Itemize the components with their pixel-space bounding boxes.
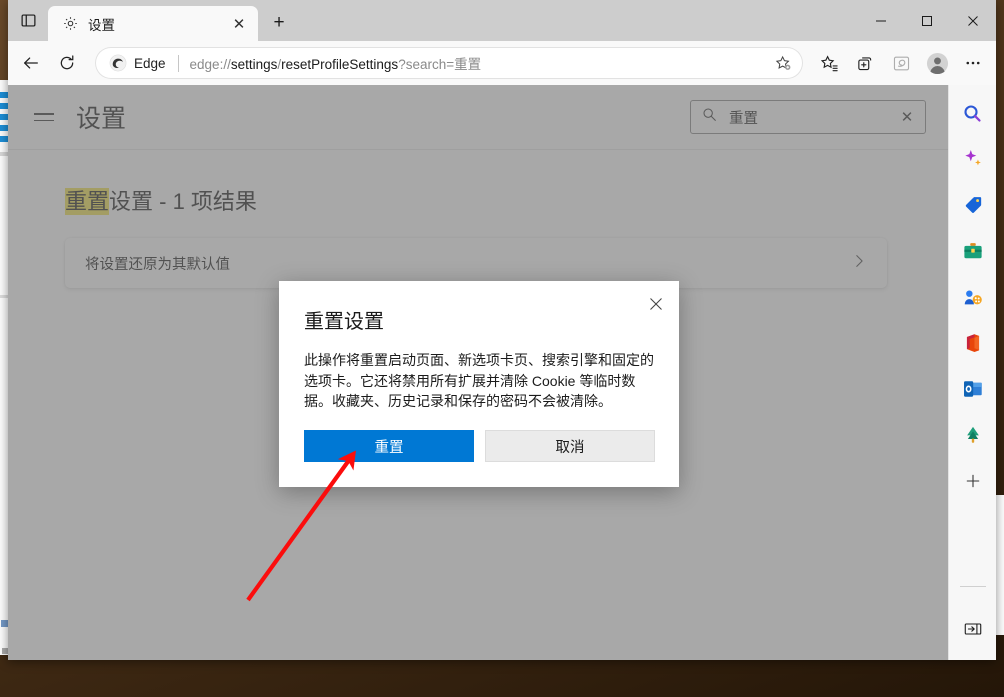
dialog-actions: 重置 取消 (304, 430, 655, 462)
navigation-toolbar: Edge edge://settings/resetProfileSetting… (8, 41, 996, 85)
office-icon[interactable] (958, 328, 988, 358)
ie-mode-icon[interactable] (884, 46, 918, 80)
favorites-icon[interactable] (812, 46, 846, 80)
edge-label: Edge (134, 55, 166, 71)
reset-confirm-button[interactable]: 重置 (304, 430, 474, 462)
url-path: resetProfileSettings (281, 57, 399, 72)
url-scheme: edge:// (189, 57, 231, 72)
profile-avatar[interactable] (920, 46, 954, 80)
reset-settings-dialog: 重置设置 此操作将重置启动页面、新选项卡页、搜索引擎和固定的选项卡。它还将禁用所… (279, 281, 679, 487)
address-bar[interactable]: Edge edge://settings/resetProfileSetting… (95, 47, 803, 79)
tab-actions-icon[interactable] (8, 0, 48, 41)
shopping-tag-icon[interactable] (958, 190, 988, 220)
dialog-title: 重置设置 (304, 311, 384, 333)
outlook-icon[interactable] (958, 374, 988, 404)
url-host: settings (230, 57, 278, 72)
copilot-icon[interactable] (958, 144, 988, 174)
search-icon[interactable] (958, 98, 988, 128)
maximize-button[interactable] (904, 0, 950, 41)
browser-window: 设置 ✕ + Edge edge://settings/resetProfile… (8, 0, 996, 660)
add-favorite-icon[interactable] (769, 49, 797, 77)
add-sidebar-app-button[interactable] (958, 466, 988, 496)
tab-title: 设置 (88, 17, 115, 33)
gear-icon (62, 15, 79, 32)
collections-icon[interactable] (848, 46, 882, 80)
dialog-body-text: 此操作将重置启动页面、新选项卡页、搜索引擎和固定的选项卡。它还将禁用所有扩展并清… (304, 352, 654, 409)
url-query: ?search=重置 (398, 57, 482, 72)
minimize-button[interactable] (858, 0, 904, 41)
sidebar-divider (959, 586, 986, 587)
collapse-sidebar-icon[interactable] (958, 614, 988, 644)
dialog-close-icon[interactable] (642, 290, 670, 318)
browser-tab[interactable]: 设置 ✕ (48, 6, 258, 41)
back-icon[interactable] (14, 46, 48, 80)
tools-briefcase-icon[interactable] (958, 236, 988, 266)
cancel-button[interactable]: 取消 (485, 430, 655, 462)
reload-icon[interactable] (50, 46, 84, 80)
drop-tree-icon[interactable] (958, 420, 988, 450)
close-icon[interactable]: ✕ (228, 13, 250, 35)
window-controls (858, 0, 996, 41)
new-tab-button[interactable]: + (262, 6, 296, 40)
more-settings-icon[interactable] (956, 46, 990, 80)
games-icon[interactable] (958, 282, 988, 312)
edge-sidebar (948, 85, 996, 660)
title-bar: 设置 ✕ + (8, 0, 996, 41)
close-window-button[interactable] (950, 0, 996, 41)
omnibox-divider (177, 54, 179, 72)
url-text: edge://settings/resetProfileSettings?sea… (190, 53, 482, 73)
edge-logo-icon: Edge (109, 54, 166, 72)
screen: 图 体 设置 ✕ + (0, 0, 1004, 697)
